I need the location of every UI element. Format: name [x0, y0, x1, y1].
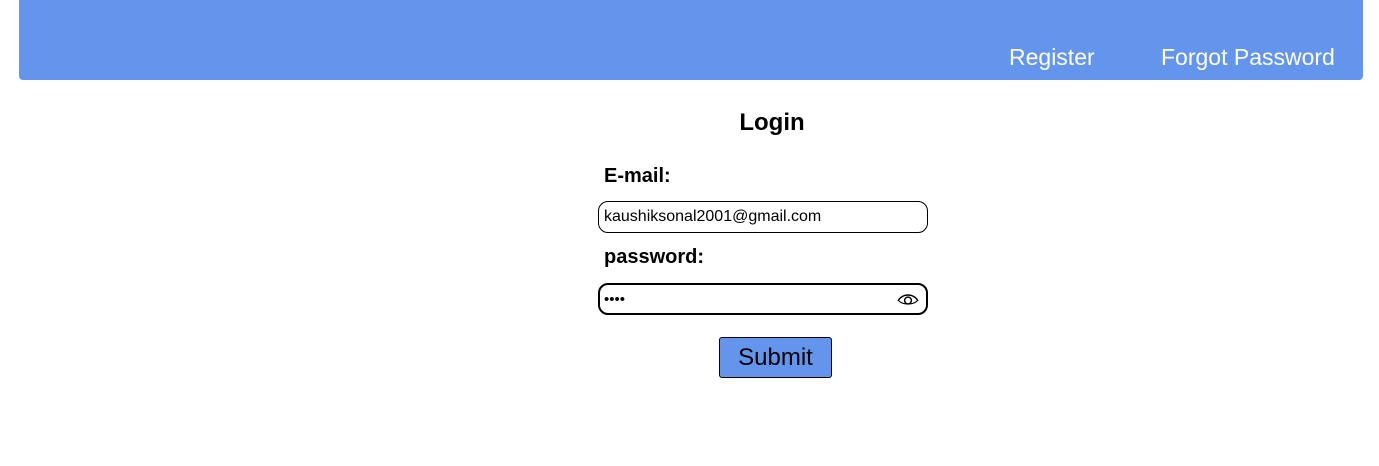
page-title: Login: [739, 109, 805, 136]
register-link[interactable]: Register: [1009, 44, 1095, 70]
top-navbar: Register Forgot Password: [19, 0, 1363, 80]
eye-icon[interactable]: [897, 290, 919, 308]
submit-button[interactable]: Submit: [719, 337, 832, 378]
email-field[interactable]: [604, 202, 920, 232]
password-label: password:: [604, 246, 705, 268]
password-field-box[interactable]: [598, 283, 928, 315]
email-field-box[interactable]: [598, 201, 928, 233]
password-field[interactable]: [604, 285, 884, 313]
forgot-password-link[interactable]: Forgot Password: [1161, 44, 1335, 70]
email-label: E-mail:: [604, 165, 671, 187]
